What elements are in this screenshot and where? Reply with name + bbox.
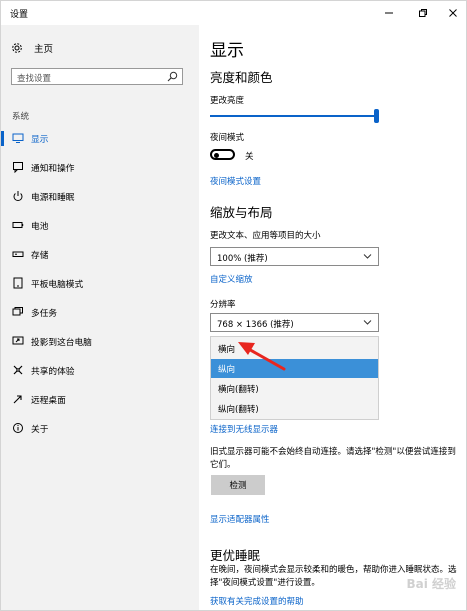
watermark: Bai 经验 <box>406 577 456 591</box>
active-indicator <box>1 131 4 146</box>
monitor-icon <box>11 131 25 145</box>
window-title: 设置 <box>10 10 29 20</box>
minimize-icon <box>385 12 393 14</box>
close-icon <box>449 9 457 17</box>
sidebar-item-label: 显示 <box>31 135 49 145</box>
orientation-dropdown-list: 横向 纵向 横向(翻转) 纵向(翻转) <box>210 336 379 420</box>
option-label: 横向(翻转) <box>218 385 259 395</box>
sidebar-item-label: 多任务 <box>31 309 58 319</box>
notification-icon <box>11 160 25 174</box>
brightness-label: 更改亮度 <box>210 96 245 106</box>
night-mode-state: 关 <box>245 152 254 162</box>
orientation-option[interactable]: 纵向(翻转) <box>211 399 378 418</box>
sidebar-item-label: 远程桌面 <box>31 396 66 406</box>
home-label: 主页 <box>34 44 54 55</box>
resolution-label: 分辨率 <box>210 300 236 310</box>
storage-icon <box>11 247 25 261</box>
sidebar-item-multitasking[interactable]: 多任务 <box>1 302 199 322</box>
sidebar-item-about[interactable]: 关于 <box>1 418 199 438</box>
sidebar-item-project[interactable]: 投影到这台电脑 <box>1 331 199 351</box>
setup-help-link[interactable]: 获取有关完成设置的帮助 <box>210 595 304 607</box>
section-heading-sleep: 更优睡眠 <box>210 548 261 563</box>
orientation-option[interactable]: 横向(翻转) <box>211 379 378 398</box>
sidebar-item-display[interactable]: 显示 <box>1 128 199 148</box>
scale-value: 100% (推荐) <box>217 254 268 264</box>
sidebar-item-label: 投影到这台电脑 <box>31 338 92 348</box>
sidebar: 主页 查找设置 系统 显示 通知和操作 电源和睡眠 电池 存储 平板电脑模式 多… <box>1 25 199 610</box>
resolution-dropdown[interactable]: 768 × 1366 (推荐) <box>210 313 379 332</box>
restore-icon <box>419 9 427 17</box>
title-bar: 设置 <box>1 1 466 25</box>
section-label-system: 系统 <box>12 112 30 122</box>
section-heading-brightness: 亮度和颜色 <box>210 70 273 85</box>
sidebar-item-label: 共享的体验 <box>31 367 75 377</box>
shared-icon <box>11 363 25 377</box>
chevron-down-icon <box>363 320 372 325</box>
sidebar-item-label: 电池 <box>31 222 49 232</box>
brightness-slider-track[interactable] <box>210 115 377 117</box>
wireless-display-link[interactable]: 连接到无线显示器 <box>210 423 278 435</box>
sidebar-item-label: 平板电脑模式 <box>31 280 84 290</box>
settings-window: 设置 主页 查找设置 系统 显示 通知和操作 电源和睡眠 电池 存储 平板电脑模… <box>0 0 467 611</box>
search-icon[interactable] <box>167 71 178 82</box>
info-icon <box>11 421 25 435</box>
page-title: 显示 <box>210 41 244 61</box>
sidebar-item-label: 存储 <box>31 251 49 261</box>
sidebar-item-notifications[interactable]: 通知和操作 <box>1 157 199 177</box>
option-label: 纵向 <box>218 365 236 375</box>
main-panel: 显示 亮度和颜色 更改亮度 夜间模式 关 夜间模式设置 缩放与布局 更改文本、应… <box>199 25 466 610</box>
option-label: 纵向(翻转) <box>218 405 259 415</box>
close-button[interactable] <box>438 1 466 25</box>
orientation-option-selected[interactable]: 纵向 <box>211 359 378 378</box>
sidebar-item-label: 通知和操作 <box>31 164 75 174</box>
section-heading-scale: 缩放与布局 <box>210 205 273 220</box>
detect-button[interactable]: 检测 <box>211 475 265 495</box>
scale-label: 更改文本、应用等项目的大小 <box>210 231 321 241</box>
restore-button[interactable] <box>408 1 438 25</box>
sidebar-item-remote-desktop[interactable]: 远程桌面 <box>1 389 199 409</box>
search-placeholder: 查找设置 <box>17 74 52 84</box>
night-mode-settings-link[interactable]: 夜间模式设置 <box>210 175 261 187</box>
scale-dropdown[interactable]: 100% (推荐) <box>210 247 379 266</box>
display-adapter-link[interactable]: 显示适配器属性 <box>210 513 270 525</box>
sidebar-item-shared-experiences[interactable]: 共享的体验 <box>1 360 199 380</box>
chevron-down-icon <box>363 254 372 259</box>
sidebar-item-label: 关于 <box>31 425 49 435</box>
option-label: 横向 <box>218 345 236 355</box>
night-mode-label: 夜间模式 <box>210 133 245 143</box>
legacy-display-text: 旧式显示器可能不会始终自动连接。请选择"检测"以便尝试连接到它们。 <box>210 447 456 470</box>
night-mode-toggle[interactable] <box>210 149 235 160</box>
toggle-knob <box>214 152 219 158</box>
project-icon <box>11 334 25 348</box>
brightness-slider-thumb[interactable] <box>374 109 379 123</box>
orientation-option[interactable]: 横向 <box>211 339 378 358</box>
gear-icon <box>12 43 22 53</box>
resolution-value: 768 × 1366 (推荐) <box>217 320 294 330</box>
tablet-icon <box>11 276 25 290</box>
custom-scale-link[interactable]: 自定义缩放 <box>210 273 253 285</box>
multitask-icon <box>11 305 25 319</box>
sidebar-item-battery[interactable]: 电池 <box>1 215 199 235</box>
sidebar-item-tablet-mode[interactable]: 平板电脑模式 <box>1 273 199 293</box>
remote-desktop-icon <box>11 392 25 406</box>
home-link[interactable]: 主页 <box>11 41 191 55</box>
power-icon <box>11 189 25 203</box>
sidebar-item-label: 电源和睡眠 <box>31 193 75 203</box>
battery-icon <box>11 218 25 232</box>
sidebar-item-storage[interactable]: 存储 <box>1 244 199 264</box>
sidebar-item-power[interactable]: 电源和睡眠 <box>1 186 199 206</box>
minimize-button[interactable] <box>374 1 404 25</box>
search-box[interactable]: 查找设置 <box>11 68 183 85</box>
